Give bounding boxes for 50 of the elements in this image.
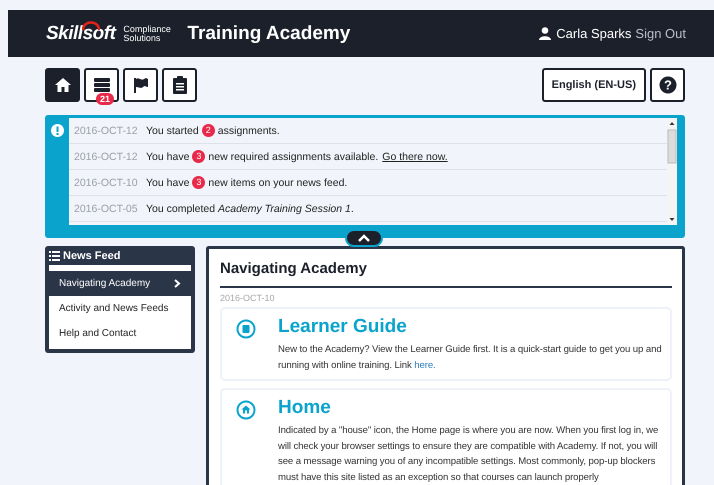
count-badge: 3: [192, 176, 206, 189]
scrollbar[interactable]: [667, 118, 677, 225]
section-text: New to the Academy? View the Learner Guide first. It is a quick-start guide to get you up and running with online training. Link here.: [278, 343, 663, 372]
go-there-link[interactable]: Go there now.: [382, 150, 448, 162]
count-badge: 21: [96, 93, 114, 105]
list-icon: [49, 251, 60, 261]
app-title: Training Academy: [187, 22, 350, 44]
notification-date: 2016-OCT-10: [74, 176, 139, 188]
language-button[interactable]: English (EN-US): [542, 68, 646, 102]
book-icon: [236, 319, 256, 339]
notification-text: new required assignments available.: [208, 150, 378, 162]
section-title: Learner Guide: [278, 316, 408, 338]
help-button[interactable]: ?: [650, 68, 685, 102]
list-button[interactable]: 21: [84, 68, 119, 102]
notification-text: new items on your news feed.: [208, 176, 348, 188]
count-badge: 2: [202, 124, 215, 137]
logo-subtitle: Compliance Solutions: [123, 24, 172, 42]
sign-out-link[interactable]: Sign Out: [635, 26, 686, 41]
notification-text: You completed Academy Training Session 1.: [146, 202, 354, 214]
article-title: Navigating Academy: [220, 260, 368, 277]
flag-button[interactable]: [123, 68, 158, 102]
section-title: Home: [278, 397, 332, 419]
notification-text: You have: [146, 150, 190, 162]
sidebar-item[interactable]: Navigating Academy: [49, 271, 191, 296]
notification-text: You have: [146, 176, 190, 188]
user-name: Carla Sparks: [556, 26, 632, 41]
notification-date: 2016-OCT-05: [74, 202, 139, 214]
logo: Skillsoft: [46, 22, 116, 44]
notification-text: You started: [146, 124, 199, 136]
help-icon: ?: [658, 76, 676, 94]
list-icon: [92, 76, 110, 94]
clipboard-button[interactable]: [162, 68, 197, 102]
sidebar-title: News Feed: [63, 250, 120, 262]
home-icon: [54, 77, 72, 93]
home-icon: [236, 400, 256, 420]
home-button[interactable]: [45, 68, 80, 102]
clipboard-icon: [172, 75, 188, 95]
collapse-button[interactable]: [345, 229, 383, 247]
chevron-right-icon: [174, 279, 181, 288]
section-text: Indicated by a "house" icon, the Home page is where you are now. When you first log in, we will check your browser settings to ensure they are compatible with Academy. If not, you will see a message warning you of any incompatible settings. Most commonly, pop-up blockers must have this site listed as an exception so that courses can launch properly: [278, 424, 660, 484]
count-badge: 3: [192, 150, 206, 163]
flag-icon: [132, 76, 150, 94]
chevron-up-icon: [358, 234, 370, 242]
alert-icon: [51, 124, 64, 137]
notification-text: assignments.: [218, 124, 280, 136]
notification-date: 2016-OCT-12: [74, 124, 139, 136]
user-icon: [539, 27, 552, 40]
notification-date: 2016-OCT-12: [74, 150, 139, 162]
here-link[interactable]: here.: [414, 360, 436, 370]
article-date: 2016-OCT-10: [220, 293, 276, 303]
